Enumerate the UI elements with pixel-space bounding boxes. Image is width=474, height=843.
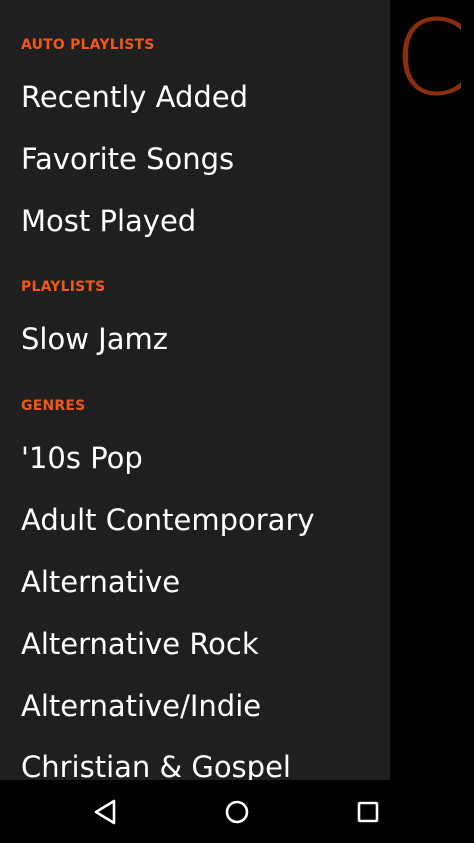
section-header-genres: GENRES [21, 398, 86, 414]
drawer-item-most-played[interactable]: Most Played [21, 204, 196, 238]
back-button[interactable] [66, 780, 146, 843]
section-header-playlists: PLAYLISTS [21, 279, 106, 295]
drawer-item-alternative[interactable]: Alternative [21, 565, 180, 599]
screen: C AUTO PLAYLISTS Recently Added Favorite… [0, 0, 474, 843]
recents-square-icon [357, 801, 379, 822]
drawer-item-10s-pop[interactable]: '10s Pop [21, 441, 143, 475]
home-circle-icon [225, 800, 249, 823]
drawer-item-recently-added[interactable]: Recently Added [21, 80, 248, 114]
home-button[interactable] [197, 780, 277, 843]
drawer-item-slow-jamz[interactable]: Slow Jamz [21, 322, 168, 356]
navigation-drawer: AUTO PLAYLISTS Recently Added Favorite S… [0, 0, 390, 780]
background-title-letter: C [394, 0, 467, 119]
drawer-item-adult-contemporary[interactable]: Adult Contemporary [21, 503, 315, 537]
drawer-item-alternative-indie[interactable]: Alternative/Indie [21, 689, 261, 723]
section-header-auto-playlists: AUTO PLAYLISTS [21, 37, 155, 53]
drawer-item-christian-gospel[interactable]: Christian & Gospel [21, 750, 291, 780]
drawer-item-alternative-rock[interactable]: Alternative Rock [21, 627, 259, 661]
back-triangle-icon [94, 799, 116, 824]
recents-button[interactable] [328, 780, 408, 843]
system-navigation-bar [0, 780, 474, 843]
drawer-item-favorite-songs[interactable]: Favorite Songs [21, 142, 234, 176]
